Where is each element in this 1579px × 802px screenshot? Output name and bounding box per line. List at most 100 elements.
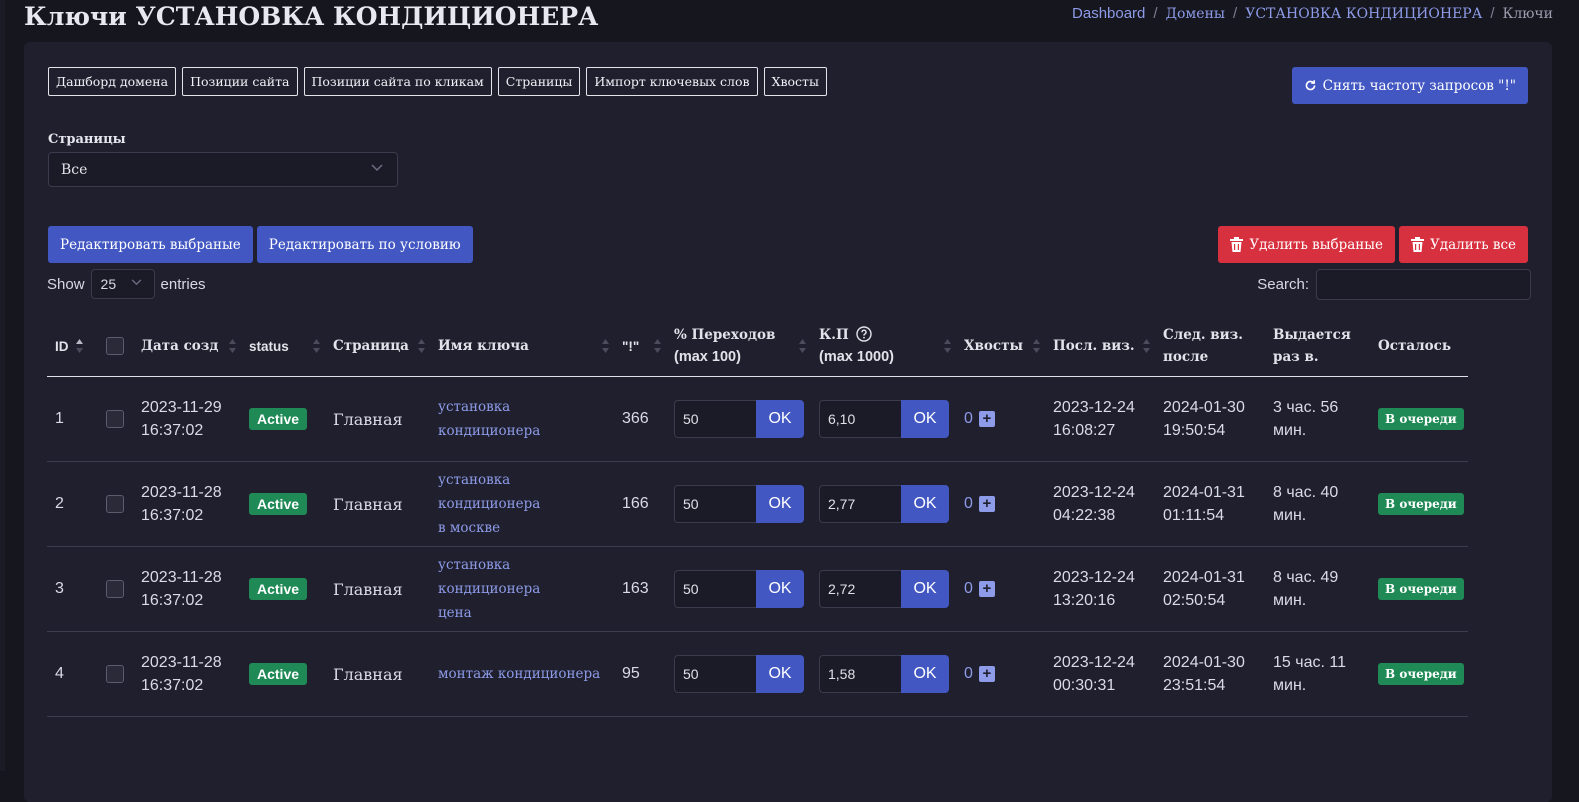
key-link[interactable]: установка кондиционера в москве: [438, 468, 606, 540]
row-transitions-cell: 50 OK: [666, 376, 811, 462]
row-checkbox[interactable]: [106, 495, 124, 513]
tab-tails[interactable]: Хвосты: [763, 67, 827, 96]
column-kp[interactable]: К.П (max 1000): [811, 316, 956, 377]
row-checkbox[interactable]: [106, 410, 124, 428]
issued-line-1: 15 час. 11: [1273, 654, 1346, 671]
tab-domain-dashboard[interactable]: Дашборд домена: [48, 67, 177, 96]
kp-ok-button[interactable]: OK: [901, 655, 949, 693]
entries-per-page-select[interactable]: 25: [90, 269, 155, 299]
pages-filter-select[interactable]: Все: [48, 152, 398, 187]
column-next-visit-label: След. виз.: [1163, 327, 1243, 343]
next-visit-date: 2024-01-31: [1163, 484, 1245, 501]
column-exclamation[interactable]: "!": [614, 316, 666, 377]
row-checkbox[interactable]: [106, 580, 124, 598]
page-title: Ключи УСТАНОВКА КОНДИЦИОНЕРА: [24, 2, 599, 31]
add-tail-plus-icon[interactable]: +: [978, 581, 995, 597]
column-key-name[interactable]: Имя ключа: [430, 316, 614, 377]
tab-pages[interactable]: Страницы: [497, 67, 581, 96]
column-page[interactable]: Страница: [325, 316, 430, 377]
sort-icon: [799, 339, 806, 353]
key-link[interactable]: установка кондиционера: [438, 395, 606, 443]
row-select-cell: [98, 631, 133, 717]
kp-input[interactable]: 2,72: [819, 570, 901, 608]
refresh-frequency-button[interactable]: Снять частоту запросов "!": [1291, 67, 1528, 104]
column-remaining[interactable]: Осталось: [1370, 316, 1468, 377]
tails-count: 0: [964, 410, 973, 427]
row-exclamation: 95: [614, 631, 666, 717]
queue-badge: В очереди: [1378, 578, 1464, 600]
next-visit-time: 19:50:54: [1163, 422, 1226, 439]
search-input[interactable]: [1316, 269, 1531, 300]
row-page: Главная: [325, 376, 430, 462]
edit-selected-button[interactable]: Редактировать выбраные: [48, 226, 253, 263]
last-visit-time: 13:20:16: [1053, 592, 1116, 609]
row-created-date: 2023-11-29: [141, 399, 222, 416]
kp-input[interactable]: 1,58: [819, 655, 901, 693]
add-tail-plus-icon[interactable]: +: [978, 666, 995, 682]
add-tail-plus-icon[interactable]: +: [978, 411, 995, 427]
column-next-visit[interactable]: След. виз. после: [1155, 316, 1265, 377]
key-link[interactable]: установка кондиционера цена: [438, 553, 606, 625]
help-circle-icon[interactable]: [856, 326, 873, 342]
add-tail-plus-icon[interactable]: +: [978, 496, 995, 512]
issued-line-2: мин.: [1273, 592, 1307, 609]
column-transitions[interactable]: % Переходов (max 100): [666, 316, 811, 377]
row-page: Главная: [325, 461, 430, 547]
breadcrumb-dashboard[interactable]: Dashboard: [1072, 5, 1145, 22]
column-issued-sub: раз в.: [1273, 349, 1319, 365]
transitions-input[interactable]: 50: [674, 485, 756, 523]
trash-icon: [1411, 237, 1425, 252]
row-last-visit: 2023-12-24 16:08:27: [1045, 376, 1155, 462]
tab-positions-by-clicks[interactable]: Позиции сайта по кликам: [303, 67, 492, 96]
kp-ok-button[interactable]: OK: [901, 485, 949, 523]
column-last-visit[interactable]: Посл. виз.: [1045, 316, 1155, 377]
row-issued: 3 час. 56 мин.: [1265, 376, 1370, 462]
key-link[interactable]: монтаж кондиционера: [438, 662, 606, 686]
row-checkbox[interactable]: [106, 665, 124, 683]
column-id[interactable]: ID: [47, 316, 98, 377]
row-status-cell: Active: [241, 376, 325, 462]
row-key-cell: монтаж кондиционера: [430, 631, 614, 717]
delete-selected-button[interactable]: Удалить выбраные: [1218, 226, 1396, 263]
delete-all-label: Удалить все: [1430, 236, 1516, 253]
datatable-length: Show 25 entries: [47, 269, 206, 299]
table-row: 3 2023-11-28 16:37:02 Active Главная уста…: [47, 546, 1468, 632]
transitions-ok-button[interactable]: OK: [756, 570, 804, 608]
row-created-time: 16:37:02: [141, 592, 204, 609]
breadcrumb-domain[interactable]: УСТАНОВКА КОНДИЦИОНЕРА: [1245, 6, 1482, 22]
column-tails-label: Хвосты: [964, 338, 1023, 354]
column-status[interactable]: status: [241, 316, 325, 377]
column-tails[interactable]: Хвосты: [956, 316, 1045, 377]
row-select-cell: [98, 376, 133, 462]
kp-ok-button[interactable]: OK: [901, 400, 949, 438]
breadcrumb-domains[interactable]: Домены: [1166, 6, 1225, 22]
trash-icon: [1230, 237, 1244, 252]
row-key-cell: установка кондиционера: [430, 376, 614, 462]
transitions-ok-button[interactable]: OK: [756, 400, 804, 438]
tab-site-positions[interactable]: Позиции сайта: [182, 67, 298, 96]
kp-input[interactable]: 6,10: [819, 400, 901, 438]
select-all-checkbox[interactable]: [106, 337, 124, 355]
row-tails-cell: 0 +: [956, 631, 1045, 717]
column-key-name-label: Имя ключа: [438, 338, 529, 354]
kp-ok-button[interactable]: OK: [901, 570, 949, 608]
delete-all-button[interactable]: Удалить все: [1399, 226, 1528, 263]
transitions-input[interactable]: 50: [674, 570, 756, 608]
row-tails-cell: 0 +: [956, 461, 1045, 547]
column-date[interactable]: Дата созд: [133, 316, 241, 377]
column-issued[interactable]: Выдается раз в.: [1265, 316, 1370, 377]
transitions-input[interactable]: 50: [674, 655, 756, 693]
kp-input[interactable]: 2,77: [819, 485, 901, 523]
last-visit-date: 2023-12-24: [1053, 399, 1135, 416]
row-id: 3: [47, 546, 98, 632]
row-key-cell: установка кондиционера цена: [430, 546, 614, 632]
tab-import-keywords[interactable]: Импорт ключевых слов: [586, 67, 758, 96]
edit-by-condition-button[interactable]: Редактировать по условию: [256, 226, 473, 263]
transitions-input[interactable]: 50: [674, 400, 756, 438]
status-badge: Active: [249, 578, 308, 600]
table-header-row: ID Дата созд status Страница Имя ключа "…: [47, 316, 1468, 377]
transitions-ok-button[interactable]: OK: [756, 655, 804, 693]
delete-selected-label: Удалить выбраные: [1249, 236, 1384, 253]
transitions-ok-button[interactable]: OK: [756, 485, 804, 523]
column-issued-label: Выдается: [1273, 327, 1351, 343]
